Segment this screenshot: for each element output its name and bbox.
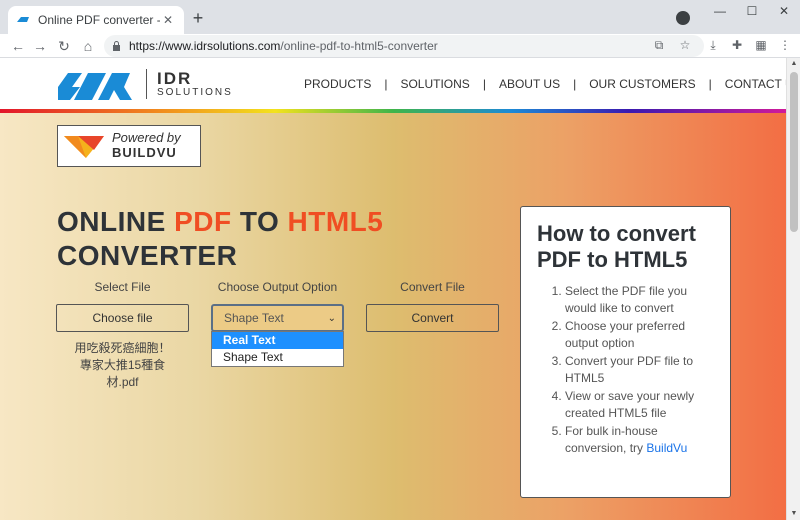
tab-title: Online PDF converter - PDF to [38,13,160,27]
convert-file-label: Convert File [400,280,465,294]
logo-subtitle: SOLUTIONS [157,86,233,98]
output-option-label: Choose Output Option [217,280,338,294]
menu-dots-icon[interactable]: ⋮ [778,38,792,52]
back-icon[interactable]: ← [8,36,28,56]
tab-search-icon[interactable] [676,11,690,25]
address-bar[interactable]: https://www.idrsolutions.com/online-pdf-… [104,35,704,57]
title-word-online: ONLINE [57,206,175,237]
how-to-step: View or save your newly created HTML5 fi… [565,388,714,422]
browser-tab[interactable]: Online PDF converter - PDF to ✕ [8,6,184,34]
close-window-button[interactable]: ✕ [768,0,800,22]
how-to-steps: Select the PDF file you would like to co… [537,283,714,457]
maximize-button[interactable]: ☐ [736,0,768,22]
browser-toolbar: ← → ↻ ⌂ https://www.idrsolutions.com/onl… [0,34,800,58]
main-nav: PRODUCTS | SOLUTIONS | ABOUT US | OUR CU… [304,77,786,91]
title-word-pdf: PDF [174,206,232,237]
logo-name: IDR [157,68,193,88]
url-host: https://www.idrsolutions.com [129,39,281,53]
bookmark-star-icon[interactable]: ☆ [678,38,692,52]
nav-solutions[interactable]: SOLUTIONS [400,77,469,91]
output-option-select[interactable]: Shape Text ⌄ [211,304,344,332]
idr-logo[interactable]: IDR SOLUTIONS [58,66,238,102]
how-to-step-text: For bulk in-house conversion, try [565,424,658,455]
nav-separator: | [708,77,712,91]
converter-hero: Powered by BUILDVU ONLINE PDF TO HTML5 CO… [0,113,786,520]
page-title: ONLINE PDF TO HTML5 CONVERTER [57,205,497,273]
scroll-up-icon[interactable]: ▲ [787,58,800,70]
how-to-step: Convert your PDF file to HTML5 [565,353,714,387]
nav-separator: | [482,77,486,91]
select-file-label: Select File [94,280,151,294]
how-to-title: How to convert PDF to HTML5 [537,221,696,272]
nav-our-customers[interactable]: OUR CUSTOMERS [589,77,695,91]
scrollbar-thumb[interactable] [790,72,798,232]
how-to-step-bulk: For bulk in-house conversion, try BuildV… [565,423,714,457]
filename-line: 用吃殺死癌細胞！ [74,341,171,355]
output-option-dropdown: Real Text Shape Text [211,331,344,367]
title-word-converter: CONVERTER [57,240,238,271]
filename-line: 專家大推15種食 [79,358,166,372]
option-real-text[interactable]: Real Text [212,332,343,349]
nav-separator: | [573,77,577,91]
selected-filename: 用吃殺死癌細胞！ 專家大推15種食 材.pdf [56,340,189,391]
convert-column: Convert File Convert [366,280,499,332]
url-text: https://www.idrsolutions.com/online-pdf-… [129,39,438,53]
buildvu-link[interactable]: BuildVu [646,441,687,455]
nav-products[interactable]: PRODUCTS [304,77,371,91]
how-to-panel: How to convert PDF to HTML5 Select the P… [520,206,731,498]
nav-contact-us[interactable]: CONTACT US [725,77,786,91]
reload-icon[interactable]: ↻ [54,36,74,56]
web-page: IDR SOLUTIONS PRODUCTS | SOLUTIONS | ABO… [0,58,786,520]
selected-option-text: Shape Text [224,311,284,325]
lock-icon [113,41,120,51]
title-word-html5: HTML5 [287,206,384,237]
powered-by-text: Powered by [112,130,181,145]
page-scrollbar[interactable]: ▲ ▼ [786,58,800,520]
convert-button[interactable]: Convert [366,304,499,332]
nav-separator: | [384,77,388,91]
idr-logo-mark-icon [58,73,132,100]
select-file-column: Select File Choose file [56,280,189,332]
download-icon[interactable]: ⤓ [706,38,720,52]
option-shape-text[interactable]: Shape Text [212,349,343,366]
nav-about-us[interactable]: ABOUT US [499,77,560,91]
url-path: /online-pdf-to-html5-converter [280,39,438,53]
idr-favicon-icon [17,17,29,22]
output-option-column: Choose Output Option Shape Text ⌄ [211,280,344,332]
buildvu-text: BUILDVU [112,145,177,160]
scroll-down-icon[interactable]: ▼ [787,508,800,520]
buildvu-logo-icon [64,136,104,158]
how-to-step: Select the PDF file you would like to co… [565,283,714,317]
forward-icon[interactable]: → [30,36,50,56]
new-tab-button[interactable]: + [188,8,208,28]
translate-icon[interactable]: ⧉ [652,38,666,52]
tab-close-icon[interactable]: ✕ [160,13,176,27]
filename-line: 材.pdf [106,375,139,389]
choose-file-button[interactable]: Choose file [56,304,189,332]
home-icon[interactable]: ⌂ [78,36,98,56]
profile-avatar-icon[interactable]: ▦ [754,38,768,52]
powered-by-buildvu-badge[interactable]: Powered by BUILDVU [57,125,201,167]
extensions-puzzle-icon[interactable]: ✚ [730,38,744,52]
site-header: IDR SOLUTIONS PRODUCTS | SOLUTIONS | ABO… [0,58,786,113]
title-word-to: TO [231,206,288,237]
logo-divider [146,69,147,99]
chevron-down-icon: ⌄ [327,312,336,324]
window-controls: — ☐ ✕ [704,0,800,22]
minimize-button[interactable]: — [704,0,736,22]
browser-tab-bar: Online PDF converter - PDF to ✕ + — ☐ ✕ [0,0,800,34]
how-to-step: Choose your preferred output option [565,318,714,352]
